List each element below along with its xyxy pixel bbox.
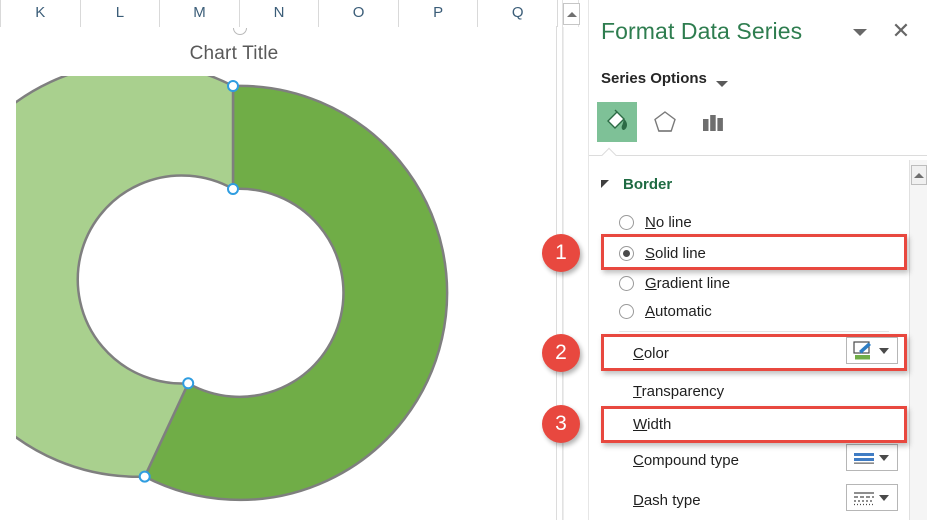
sheet-scrollbar-track[interactable] <box>563 27 580 520</box>
highlight-width <box>601 406 907 443</box>
column-header-o[interactable]: O <box>319 0 399 27</box>
border-section-label: Border <box>623 176 673 193</box>
radio-indicator <box>619 303 634 319</box>
doughnut-svg <box>16 76 449 502</box>
callout-badge-2: 2 <box>542 334 580 372</box>
radio-automatic[interactable]: Automatic <box>619 300 899 322</box>
chevron-down-icon[interactable] <box>853 29 867 36</box>
column-header-q[interactable]: Q <box>478 0 559 27</box>
collapse-triangle-icon <box>601 180 609 188</box>
column-header-k[interactable]: K <box>0 0 81 27</box>
panel-title: Format Data Series <box>601 18 803 44</box>
app-root: K L M N O P Q Chart Title Format Data Se… <box>0 0 927 520</box>
radio-gradient-line-label: Gradient line <box>645 274 731 292</box>
series-handle-top-outer[interactable] <box>227 80 239 92</box>
dash-line-icon <box>851 487 877 509</box>
paint-bucket-icon <box>607 109 627 130</box>
compound-line-icon <box>851 447 877 469</box>
chevron-down-icon <box>879 454 889 461</box>
radio-no-line-label: No line <box>645 213 692 231</box>
callout-badge-3: 3 <box>542 405 580 443</box>
highlight-color <box>601 334 907 371</box>
close-icon[interactable]: ✕ <box>889 20 913 44</box>
chart-object[interactable]: Chart Title <box>4 28 552 520</box>
chevron-down-icon <box>879 494 889 501</box>
radio-no-line[interactable]: No line <box>619 211 899 233</box>
sheet-scroll-up-button[interactable] <box>563 3 580 25</box>
panel-scroll-up-button[interactable] <box>911 165 927 185</box>
dash-type-label: Dash type <box>633 492 701 509</box>
border-section-header[interactable]: Border <box>601 176 672 193</box>
panel-tab-strip <box>597 102 917 144</box>
compound-type-dropdown[interactable] <box>846 444 898 471</box>
radio-indicator <box>619 214 634 230</box>
section-divider <box>619 331 889 332</box>
column-header-p[interactable]: P <box>398 0 479 27</box>
radio-indicator <box>619 275 634 291</box>
callout-badge-1: 1 <box>542 234 580 272</box>
series-options-label[interactable]: Series Options <box>601 70 707 87</box>
compound-type-label: Compound type <box>633 452 739 469</box>
sheet-edge-line <box>556 26 557 520</box>
pentagon-icon <box>654 111 676 132</box>
bar-chart-icon <box>703 115 723 131</box>
triangle-up-icon <box>914 172 924 178</box>
chart-title[interactable]: Chart Title <box>4 43 464 65</box>
active-tab-notch <box>598 147 620 156</box>
highlight-solid-line <box>601 234 907 270</box>
column-header-l[interactable]: L <box>80 0 161 27</box>
triangle-up-icon <box>566 11 577 17</box>
dash-type-dropdown[interactable] <box>846 484 898 511</box>
series-handle-bottom-outer[interactable] <box>138 470 151 483</box>
tab-fill-and-line[interactable] <box>597 102 637 142</box>
series-options-chevron-down-icon[interactable] <box>716 81 728 87</box>
radio-gradient-line[interactable]: Gradient line <box>619 272 899 294</box>
series-handle-top-inner[interactable] <box>227 183 239 195</box>
tab-effects[interactable] <box>645 102 685 142</box>
series-handle-bottom-inner[interactable] <box>182 377 195 390</box>
panel-vertical-scrollbar[interactable] <box>909 160 927 520</box>
column-header-n[interactable]: N <box>239 0 320 27</box>
tab-size-and-properties[interactable] <box>693 102 733 142</box>
tab-strip-underline <box>589 155 927 156</box>
column-header-row: K L M N O P Q <box>0 0 559 27</box>
transparency-label: Transparency <box>633 383 725 400</box>
spreadsheet-area: K L M N O P Q Chart Title <box>0 0 559 520</box>
doughnut-chart[interactable] <box>16 76 450 510</box>
column-header-m[interactable]: M <box>160 0 240 27</box>
radio-automatic-label: Automatic <box>645 302 712 320</box>
